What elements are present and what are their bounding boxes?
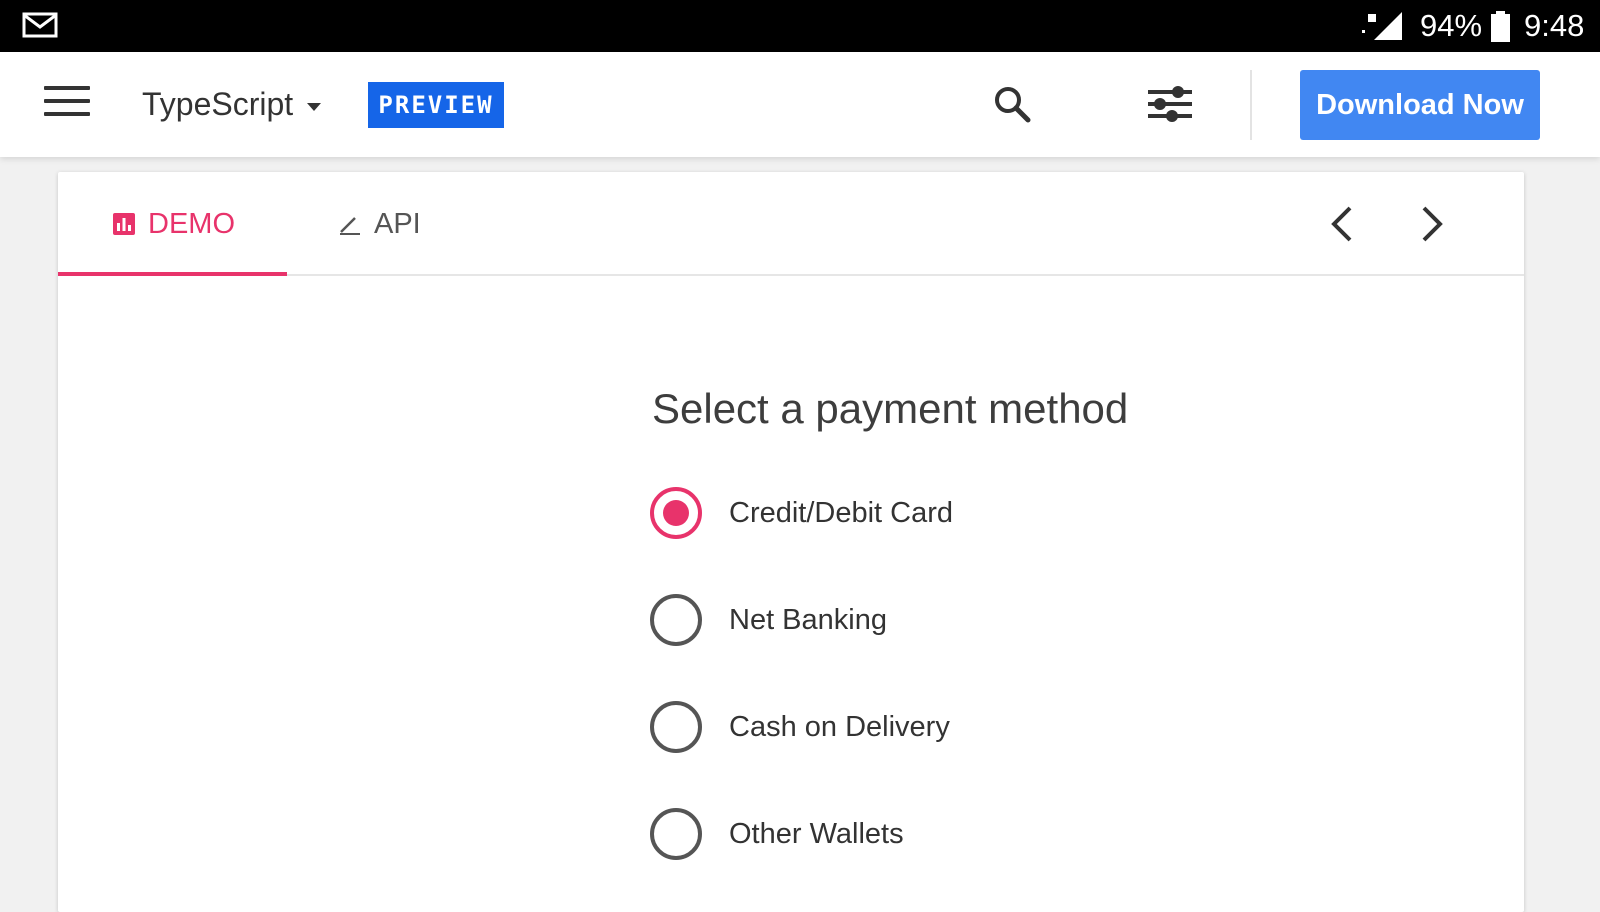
radio-label: Other Wallets	[729, 817, 904, 850]
tab-bar: DEMO API	[58, 172, 1524, 276]
battery-percentage: 94%	[1420, 8, 1483, 43]
radio-label: Net Banking	[729, 603, 887, 636]
settings-sliders-icon[interactable]	[1146, 84, 1194, 124]
radio-button[interactable]	[650, 808, 702, 860]
chevron-down-icon	[307, 103, 322, 111]
radio-label: Credit/Debit Card	[729, 496, 954, 529]
active-tab-indicator	[58, 272, 287, 276]
radio-button[interactable]	[650, 594, 702, 646]
radio-label: Cash on Delivery	[729, 710, 950, 743]
download-now-button[interactable]: Download Now	[1300, 70, 1540, 140]
battery-icon	[1491, 11, 1510, 42]
divider	[1250, 70, 1252, 140]
pencil-icon	[340, 217, 360, 235]
chevron-left-icon[interactable]	[1322, 202, 1362, 246]
demo-card: DEMO API	[58, 172, 1524, 912]
tab-api[interactable]: API	[338, 172, 421, 276]
status-bar: 94% 9:48	[0, 0, 1600, 52]
chevron-right-icon[interactable]	[1412, 202, 1452, 246]
clock: 9:48	[1524, 8, 1585, 43]
preview-badge: PREVIEW	[368, 82, 504, 128]
tab-api-label: API	[374, 207, 421, 240]
search-icon[interactable]	[992, 84, 1032, 124]
radio-credit-debit-card[interactable]: Credit/Debit Card	[650, 485, 953, 541]
chart-icon	[113, 213, 135, 235]
radio-cash-on-delivery[interactable]: Cash on Delivery	[650, 699, 950, 755]
language-dropdown[interactable]: TypeScript	[142, 80, 322, 128]
radio-net-banking[interactable]: Net Banking	[650, 592, 887, 648]
menu-icon[interactable]	[44, 86, 90, 122]
tab-demo-label: DEMO	[148, 207, 235, 240]
radio-other-wallets[interactable]: Other Wallets	[650, 806, 904, 862]
signal-icon	[1362, 12, 1402, 40]
radio-button-checked[interactable]	[650, 487, 702, 539]
app-bar: TypeScript PREVIEW Download Now	[0, 52, 1600, 157]
radio-button[interactable]	[650, 701, 702, 753]
mail-icon	[22, 12, 58, 38]
payment-method-title: Select a payment method	[652, 385, 1129, 432]
tab-demo[interactable]: DEMO	[112, 172, 235, 276]
language-label: TypeScript	[142, 85, 294, 122]
